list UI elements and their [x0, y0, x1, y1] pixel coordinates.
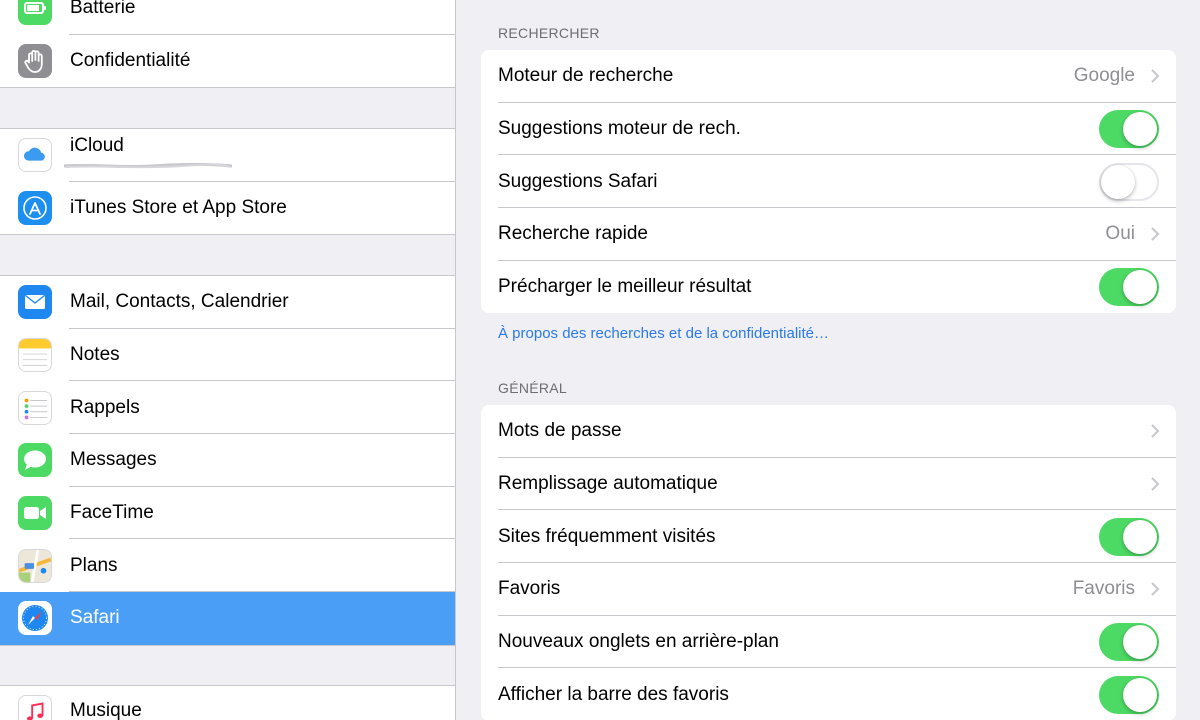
chevron-right-icon	[1151, 69, 1160, 84]
preload-top-hit-row: Précharger le meilleur résultat	[481, 261, 1176, 314]
background-tabs-row: Nouveaux onglets en arrière-plan	[481, 616, 1176, 669]
redacted-account-scribble	[63, 163, 233, 169]
chevron-right-icon	[1151, 227, 1160, 242]
safari-settings-detail: RECHERCHER Moteur de recherche Google Su…	[457, 0, 1200, 720]
sidebar-item-music[interactable]: Musique	[0, 686, 455, 720]
sidebar-item-label: Confidentialité	[70, 50, 191, 72]
row-label: Suggestions moteur de rech.	[498, 118, 741, 140]
sidebar-item-privacy[interactable]: Confidentialité	[0, 35, 455, 88]
search-engine-row[interactable]: Moteur de recherche Google	[481, 50, 1176, 103]
row-label: Moteur de recherche	[498, 65, 674, 87]
search-privacy-link[interactable]: À propos des recherches et de la confide…	[498, 325, 829, 342]
search-engine-suggestions-toggle[interactable]	[1099, 110, 1159, 149]
sidebar-group-accounts: iCloud iTunes Store et App Store	[0, 128, 455, 236]
row-label: Remplissage automatique	[498, 473, 718, 495]
hand-icon	[18, 44, 52, 79]
toggle-knob	[1123, 270, 1157, 305]
section-header-search: RECHERCHER	[498, 25, 600, 41]
sidebar-item-label: Batterie	[70, 0, 136, 19]
show-favorites-bar-toggle[interactable]	[1099, 675, 1159, 714]
autofill-row[interactable]: Remplissage automatique	[481, 458, 1176, 511]
sidebar-item-label: iCloud	[70, 135, 124, 156]
general-settings-card: Mots de passe Remplissage automatique Si…	[481, 405, 1176, 720]
favorites-row[interactable]: Favoris Favoris	[481, 563, 1176, 616]
row-label: Mots de passe	[498, 420, 622, 442]
sidebar-item-label: Musique	[70, 700, 142, 720]
row-value: Oui	[1105, 223, 1135, 245]
sidebar-item-label: Notes	[70, 344, 120, 366]
sidebar-item-label: Mail, Contacts, Calendrier	[70, 291, 289, 313]
sidebar-item-label: FaceTime	[70, 502, 154, 524]
search-engine-suggestions-row: Suggestions moteur de rech.	[481, 103, 1176, 156]
row-value: Google	[1073, 65, 1135, 87]
row-label: Précharger le meilleur résultat	[498, 276, 752, 298]
frequently-visited-sites-row: Sites fréquemment visités	[481, 510, 1176, 563]
sidebar-item-label: Safari	[70, 607, 120, 629]
toggle-knob	[1123, 112, 1157, 147]
passwords-row[interactable]: Mots de passe	[481, 405, 1176, 458]
toggle-knob	[1123, 677, 1157, 712]
preload-top-hit-toggle[interactable]	[1099, 268, 1159, 307]
sidebar-item-messages[interactable]: Messages	[0, 434, 455, 487]
row-label: Afficher la barre des favoris	[498, 683, 729, 705]
icloud-icon	[18, 138, 52, 173]
toggle-knob	[1123, 625, 1157, 660]
facetime-icon	[18, 496, 52, 531]
messages-icon	[18, 443, 52, 478]
sidebar-item-maps[interactable]: Plans	[0, 539, 455, 592]
settings-sidebar: Batterie Confidentialité iCloud iTunes S…	[0, 0, 456, 720]
chevron-right-icon	[1151, 477, 1160, 491]
quick-website-search-row[interactable]: Recherche rapide Oui	[481, 208, 1176, 261]
sidebar-group-system: Batterie Confidentialité	[0, 0, 455, 89]
toggle-knob	[1123, 519, 1157, 554]
maps-icon	[18, 548, 52, 583]
safari-suggestions-row: Suggestions Safari	[481, 155, 1176, 208]
frequently-visited-sites-toggle[interactable]	[1099, 517, 1159, 556]
sidebar-item-label: Messages	[70, 449, 157, 471]
safari-suggestions-toggle[interactable]	[1099, 162, 1159, 201]
sidebar-item-label: Rappels	[70, 396, 140, 418]
search-settings-card: Moteur de recherche Google Suggestions m…	[481, 50, 1176, 314]
sidebar-item-battery[interactable]: Batterie	[0, 0, 455, 35]
row-label: Recherche rapide	[498, 223, 648, 245]
section-header-general: GÉNÉRAL	[498, 380, 568, 396]
sidebar-item-icloud[interactable]: iCloud	[0, 129, 455, 182]
chevron-right-icon	[1151, 582, 1160, 597]
sidebar-item-notes[interactable]: Notes	[0, 329, 455, 382]
sidebar-item-label: Plans	[70, 554, 118, 576]
chevron-right-icon	[1151, 424, 1160, 439]
mail-icon	[18, 285, 52, 320]
sidebar-item-safari[interactable]: Safari	[0, 592, 455, 645]
row-label: Sites fréquemment visités	[498, 525, 716, 547]
sidebar-item-app-store[interactable]: iTunes Store et App Store	[0, 182, 455, 235]
safari-icon	[18, 601, 52, 636]
row-label: Nouveaux onglets en arrière-plan	[498, 631, 779, 653]
app-store-icon	[18, 191, 52, 226]
reminders-icon	[18, 390, 52, 425]
sidebar-item-reminders[interactable]: Rappels	[0, 381, 455, 434]
toggle-knob	[1101, 164, 1135, 199]
sidebar-item-mail[interactable]: Mail, Contacts, Calendrier	[0, 276, 455, 329]
row-label: Favoris	[498, 578, 561, 600]
sidebar-item-facetime[interactable]: FaceTime	[0, 487, 455, 540]
background-tabs-toggle[interactable]	[1099, 623, 1159, 662]
show-favorites-bar-row: Afficher la barre des favoris	[481, 668, 1176, 720]
battery-icon	[18, 0, 52, 26]
sidebar-group-apps: Mail, Contacts, Calendrier Notes Rappels…	[0, 275, 455, 646]
row-value: Favoris	[1072, 578, 1135, 600]
music-icon	[18, 695, 52, 720]
notes-icon	[18, 338, 52, 373]
sidebar-group-media: Musique	[0, 685, 455, 720]
row-label: Suggestions Safari	[498, 170, 658, 192]
sidebar-item-label: iTunes Store et App Store	[70, 197, 287, 219]
